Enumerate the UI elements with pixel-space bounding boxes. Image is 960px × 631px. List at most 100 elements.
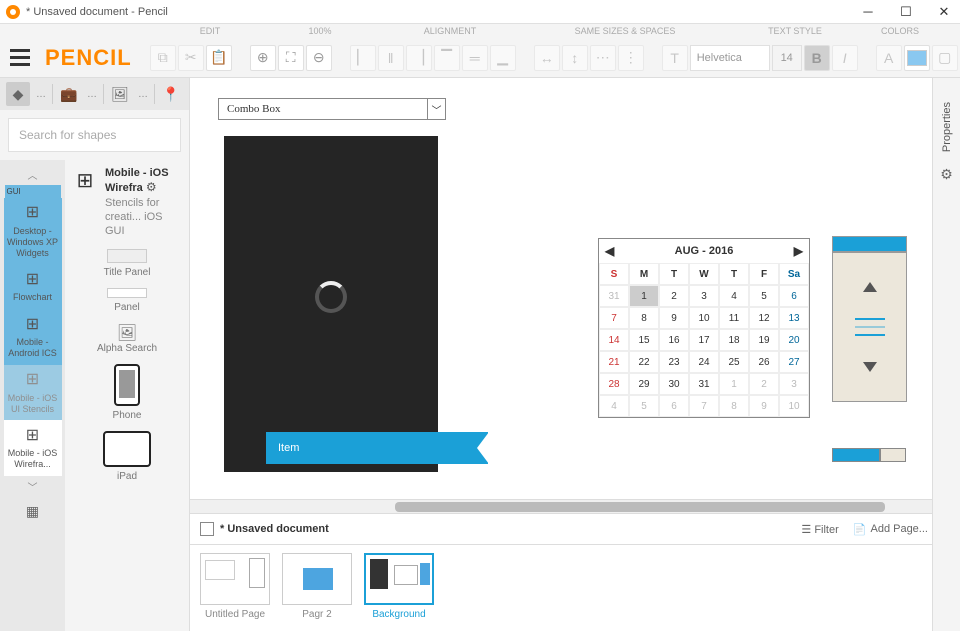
calendar-day[interactable]: 9 <box>749 395 779 417</box>
calendar-day[interactable]: 1 <box>719 373 749 395</box>
align-center-button[interactable]: ‖ <box>378 45 404 71</box>
calendar-day[interactable]: 5 <box>749 285 779 307</box>
calendar-day[interactable]: 4 <box>599 395 629 417</box>
calendar-day[interactable]: 2 <box>749 373 779 395</box>
sidebar-tab-more-1[interactable]: … <box>34 89 48 100</box>
same-width-button[interactable]: ↔ <box>534 45 560 71</box>
widget-stepper[interactable] <box>832 236 907 462</box>
collection-item-gui[interactable]: GUI <box>5 185 61 198</box>
scrollbar-horizontal[interactable] <box>190 499 960 513</box>
zoom-in-button[interactable]: ⊕ <box>250 45 276 71</box>
sidebar-tab-clipart[interactable]: 💼 <box>57 82 81 106</box>
space-v-button[interactable]: ⋮ <box>618 45 644 71</box>
calendar-day[interactable]: 16 <box>659 329 689 351</box>
calendar-day[interactable]: 24 <box>689 351 719 373</box>
filter-button[interactable]: ☰ Filter <box>801 523 838 536</box>
close-button[interactable]: ✕ <box>934 2 954 22</box>
align-left-button[interactable]: ▏ <box>350 45 376 71</box>
collection-scroll-up[interactable]: ︿ <box>25 164 41 185</box>
page-thumb-untitled[interactable]: Untitled Page <box>200 553 270 620</box>
align-right-button[interactable]: ▕ <box>406 45 432 71</box>
sidebar-tab-pin[interactable]: 📍 <box>159 82 183 106</box>
italic-button[interactable]: I <box>832 45 858 71</box>
font-color-button[interactable]: A <box>876 45 902 71</box>
collection-scroll-down[interactable]: ﹀ <box>25 476 41 497</box>
calendar-day[interactable]: 2 <box>659 285 689 307</box>
bold-button[interactable]: B <box>804 45 830 71</box>
add-page-button[interactable]: 📄 Add Page... <box>853 523 928 536</box>
sidebar-tab-shapes[interactable]: ◆ <box>6 82 30 106</box>
calendar-day[interactable]: 6 <box>779 285 809 307</box>
calendar-day[interactable]: 4 <box>719 285 749 307</box>
calendar-day[interactable]: 20 <box>779 329 809 351</box>
sidebar-tab-more-2[interactable]: … <box>85 89 99 100</box>
font-size-input[interactable]: 14 <box>772 45 802 71</box>
gear-icon[interactable]: ⚙ <box>146 180 157 194</box>
calendar-day[interactable]: 3 <box>689 285 719 307</box>
zoom-fit-button[interactable]: ⛶ <box>278 45 304 71</box>
sidebar-tab-more-3[interactable]: … <box>136 89 150 100</box>
calendar-day[interactable]: 31 <box>599 285 629 307</box>
text-color-button[interactable]: T <box>662 45 688 71</box>
calendar-day[interactable]: 6 <box>659 395 689 417</box>
paste-button[interactable]: 📋 <box>206 45 232 71</box>
calendar-day[interactable]: 17 <box>689 329 719 351</box>
shape-ipad[interactable]: iPad <box>71 431 183 482</box>
menu-button[interactable] <box>10 42 30 74</box>
stepper-down-icon[interactable] <box>863 362 877 372</box>
align-top-button[interactable]: ▔ <box>434 45 460 71</box>
page-thumb-background[interactable]: Background <box>364 553 434 620</box>
calendar-day[interactable]: 8 <box>719 395 749 417</box>
widget-dark-panel[interactable] <box>224 136 438 472</box>
font-family-select[interactable]: Helvetica <box>690 45 770 71</box>
calendar-day[interactable]: 8 <box>629 307 659 329</box>
cut-button[interactable]: ✂ <box>178 45 204 71</box>
widget-combo-box[interactable]: Combo Box ﹀ <box>218 98 446 120</box>
calendar-day[interactable]: 25 <box>719 351 749 373</box>
collection-item-ios-wireframe[interactable]: ⊞Mobile - iOS Wirefra... <box>4 420 62 476</box>
calendar-day[interactable]: 1 <box>629 285 659 307</box>
calendar-prev-button[interactable]: ◀ <box>605 244 614 258</box>
calendar-day[interactable]: 26 <box>749 351 779 373</box>
canvas[interactable]: Combo Box ﹀ Item ◀ AUG - 2016 ▶ SMTWTFSa… <box>190 78 960 499</box>
search-input[interactable]: Search for shapes <box>8 118 181 152</box>
collection-item-winxp[interactable]: ⊞Desktop - Windows XP Widgets <box>4 198 62 264</box>
widget-calendar[interactable]: ◀ AUG - 2016 ▶ SMTWTFSa31123456789101112… <box>598 238 810 418</box>
calendar-day[interactable]: 12 <box>749 307 779 329</box>
align-middle-button[interactable]: ═ <box>462 45 488 71</box>
calendar-day[interactable]: 10 <box>779 395 809 417</box>
widget-ribbon[interactable]: Item <box>266 432 488 464</box>
calendar-day[interactable]: 30 <box>659 373 689 395</box>
properties-panel-collapsed[interactable]: Properties ⚙ <box>932 78 960 631</box>
copy-button[interactable]: ⧉ <box>150 45 176 71</box>
collection-item-android[interactable]: ⊞Mobile - Android ICS <box>4 309 62 365</box>
calendar-day[interactable]: 29 <box>629 373 659 395</box>
calendar-day[interactable]: 13 <box>779 307 809 329</box>
calendar-day[interactable]: 7 <box>689 395 719 417</box>
calendar-day[interactable]: 21 <box>599 351 629 373</box>
shape-phone[interactable]: Phone <box>71 364 183 421</box>
minimize-button[interactable]: ─ <box>858 2 878 22</box>
calendar-day[interactable]: 11 <box>719 307 749 329</box>
calendar-day[interactable]: 15 <box>629 329 659 351</box>
calendar-day[interactable]: 10 <box>689 307 719 329</box>
stepper-up-icon[interactable] <box>863 282 877 292</box>
shape-panel[interactable]: Panel <box>71 288 183 313</box>
calendar-day[interactable]: 28 <box>599 373 629 395</box>
align-bottom-button[interactable]: ▁ <box>490 45 516 71</box>
space-h-button[interactable]: ⋯ <box>590 45 616 71</box>
same-height-button[interactable]: ↕ <box>562 45 588 71</box>
maximize-button[interactable]: ☐ <box>896 2 916 22</box>
border-color-button[interactable]: ▢ <box>932 45 958 71</box>
collection-item-flowchart[interactable]: ⊞Flowchart <box>4 264 62 309</box>
fill-color-button[interactable] <box>904 45 930 71</box>
collection-grid-toggle[interactable]: ▦ <box>20 497 45 526</box>
zoom-out-button[interactable]: ⊖ <box>306 45 332 71</box>
shape-title-panel[interactable]: Title Panel <box>71 249 183 278</box>
calendar-day[interactable]: 14 <box>599 329 629 351</box>
calendar-day[interactable]: 19 <box>749 329 779 351</box>
calendar-day[interactable]: 18 <box>719 329 749 351</box>
calendar-day[interactable]: 9 <box>659 307 689 329</box>
calendar-day[interactable]: 7 <box>599 307 629 329</box>
sidebar-tab-image[interactable]: 🖼 <box>108 82 132 106</box>
